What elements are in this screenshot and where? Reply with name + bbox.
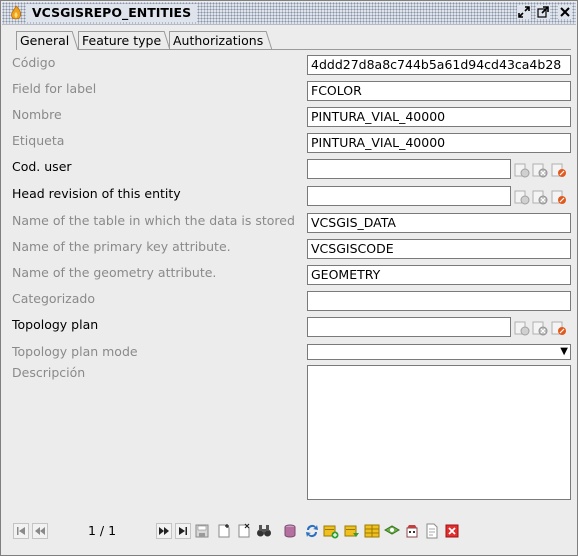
tab-authorizations-label: Authorizations <box>173 33 264 48</box>
delete-record-icon[interactable] <box>236 523 252 539</box>
close-button[interactable] <box>558 5 572 19</box>
cancel-icon[interactable] <box>444 523 460 539</box>
apply-filter-icon[interactable] <box>344 523 360 539</box>
nombre-field[interactable]: PINTURA_VIAL_40000 <box>307 107 571 127</box>
table-name-label: Name of the table in which the data is s… <box>12 213 295 228</box>
add-layer-icon[interactable] <box>323 523 339 539</box>
tab-divider <box>78 49 571 50</box>
field-for-label-field[interactable]: FCOLOR <box>307 81 571 101</box>
close-icon <box>560 7 570 17</box>
new-record-icon[interactable] <box>216 523 232 539</box>
zoom-to-geometry-icon[interactable] <box>384 523 400 539</box>
head-revision-label: Head revision of this entity <box>12 186 181 201</box>
edit-reference-icon[interactable] <box>551 162 567 178</box>
app-flame-icon <box>11 5 22 20</box>
categorizado-label: Categorizado <box>12 291 95 306</box>
select-reference-icon[interactable] <box>514 320 530 336</box>
tab-feature-type[interactable]: Feature type <box>78 31 171 50</box>
codigo-field[interactable]: 4ddd27d8a8c744b5a61d94cd43ca4b28 <box>307 55 571 75</box>
pk-attribute-label: Name of the primary key attribute. <box>12 239 231 254</box>
geometry-attribute-label: Name of the geometry attribute. <box>12 265 217 280</box>
first-record-icon[interactable] <box>13 523 29 539</box>
restore-button[interactable] <box>517 5 531 19</box>
edit-reference-icon[interactable] <box>551 320 567 336</box>
tab-feature-type-label: Feature type <box>82 33 162 48</box>
cod-user-label: Cod. user <box>12 159 72 174</box>
select-reference-icon[interactable] <box>514 162 530 178</box>
maximize-icon <box>537 6 549 18</box>
map-view-icon[interactable] <box>404 523 420 539</box>
cod-user-field[interactable] <box>307 159 511 179</box>
search-binoculars-icon[interactable] <box>256 523 272 539</box>
last-record-icon[interactable] <box>175 523 191 539</box>
title-bar[interactable]: VCSGISREPO_ENTITIES <box>2 2 576 25</box>
tab-general[interactable]: General <box>16 31 79 50</box>
head-revision-field[interactable] <box>307 186 511 206</box>
previous-record-icon[interactable] <box>32 523 48 539</box>
restore-icon <box>518 6 530 18</box>
maximize-button[interactable] <box>536 5 550 19</box>
save-icon[interactable] <box>194 523 210 539</box>
edit-reference-icon[interactable] <box>551 189 567 205</box>
descripcion-label: Descripción <box>12 365 86 380</box>
tab-authorizations[interactable]: Authorizations <box>169 31 273 50</box>
table-name-field[interactable]: VCSGIS_DATA <box>307 213 571 233</box>
etiqueta-field[interactable]: PINTURA_VIAL_40000 <box>307 133 571 153</box>
clear-reference-icon[interactable] <box>532 320 548 336</box>
select-reference-icon[interactable] <box>514 189 530 205</box>
codigo-label: Código <box>12 55 56 70</box>
categorizado-field[interactable] <box>307 291 571 311</box>
etiqueta-label: Etiqueta <box>12 133 65 148</box>
refresh-icon[interactable] <box>304 523 320 539</box>
topology-plan-mode-select[interactable]: ▼ <box>307 344 571 360</box>
window-title: VCSGISREPO_ENTITIES <box>26 4 198 22</box>
dropdown-arrow-icon[interactable]: ▼ <box>560 345 568 359</box>
geometry-attribute-field[interactable]: GEOMETRY <box>307 265 571 285</box>
next-record-icon[interactable] <box>156 523 172 539</box>
tab-general-label: General <box>20 33 70 48</box>
clear-reference-icon[interactable] <box>532 162 548 178</box>
window-frame: VCSGISREPO_ENTITIES General Feature type… <box>0 0 578 556</box>
topology-plan-field[interactable] <box>307 317 511 337</box>
record-position: 1 / 1 <box>88 523 117 538</box>
field-for-label-label: Field for label <box>12 81 97 96</box>
descripcion-textarea[interactable] <box>307 365 571 500</box>
nombre-label: Nombre <box>12 107 62 122</box>
pk-attribute-field[interactable]: VCSGISCODE <box>307 239 571 259</box>
topology-plan-label: Topology plan <box>12 317 99 332</box>
database-icon[interactable] <box>282 523 298 539</box>
table-layout-icon[interactable] <box>364 523 380 539</box>
export-document-icon[interactable] <box>424 523 440 539</box>
topology-plan-mode-label: Topology plan mode <box>12 344 138 359</box>
clear-reference-icon[interactable] <box>532 189 548 205</box>
